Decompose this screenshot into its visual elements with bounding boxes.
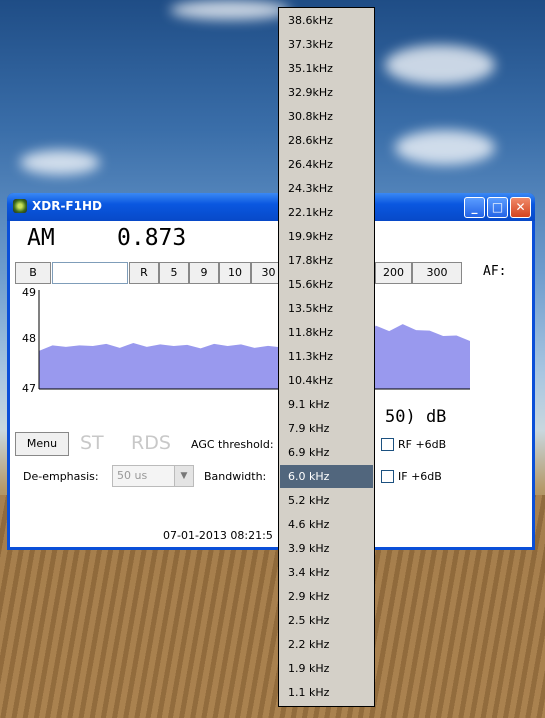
frequency-input[interactable] [52, 262, 128, 284]
minimize-button[interactable]: _ [464, 197, 485, 218]
title-bar[interactable]: XDR-F1HD _ □ ✕ [7, 193, 535, 221]
af-label: AF: [483, 264, 507, 279]
bandwidth-option[interactable]: 2.9 kHz [280, 585, 373, 608]
window-title: XDR-F1HD [32, 199, 102, 213]
bandwidth-option[interactable]: 3.9 kHz [280, 537, 373, 560]
window-client: AM 0.873 B R 5 9 10 30 200 300 AF: 49 48… [10, 221, 532, 547]
bandwidth-option[interactable]: 28.6kHz [280, 129, 373, 152]
bandwidth-option[interactable]: 19.9kHz [280, 225, 373, 248]
signal-readout: 50) dB [385, 407, 447, 427]
rf-6db-label: RF +6dB [398, 438, 447, 451]
rds-indicator: RDS [131, 432, 171, 454]
close-button[interactable]: ✕ [510, 197, 531, 218]
if-6db-label: IF +6dB [398, 470, 442, 483]
deemphasis-value: 50 us [117, 469, 148, 482]
cloud [385, 45, 495, 85]
bandwidth-option[interactable]: 24.3kHz [280, 177, 373, 200]
bandwidth-option[interactable]: 38.6kHz [280, 9, 373, 32]
bandwidth-option[interactable]: 10.4kHz [280, 369, 373, 392]
bandwidth-option[interactable]: 4.6 kHz [280, 513, 373, 536]
bandwidth-option[interactable]: 9.1 kHz [280, 393, 373, 416]
if-6db-checkbox[interactable] [381, 470, 394, 483]
y-tick-label: 49 [22, 287, 36, 299]
cloud [395, 130, 495, 165]
bandwidth-option[interactable]: 1.1 kHz [280, 681, 373, 704]
mode-display: AM [27, 225, 55, 251]
bandwidth-label: Bandwidth: [204, 470, 267, 483]
signal-chart-svg: 49 48 47 [22, 286, 470, 395]
bandwidth-dropdown-list[interactable]: 38.6kHz 37.3kHz 35.1kHz 32.9kHz 30.8kHz 28.6k… [278, 7, 375, 707]
bandwidth-option[interactable]: 22.1kHz [280, 201, 373, 224]
menu-button[interactable]: Menu [15, 432, 69, 456]
y-tick-label: 47 [22, 382, 36, 395]
y-tick-label: 48 [22, 332, 36, 345]
app-window: XDR-F1HD _ □ ✕ AM 0.873 B R 5 9 10 30 20… [7, 193, 535, 550]
bandwidth-option[interactable]: 11.3kHz [280, 345, 373, 368]
bandwidth-option[interactable]: 17.8kHz [280, 249, 373, 272]
agc-threshold-label: AGC threshold: [191, 438, 274, 451]
maximize-button[interactable]: □ [487, 197, 508, 218]
bandwidth-option[interactable]: 35.1kHz [280, 57, 373, 80]
reset-button[interactable]: R [129, 262, 159, 284]
step-9-button[interactable]: 9 [189, 262, 219, 284]
status-timestamp: 07-01-2013 08:21:5 [163, 529, 273, 542]
step-10-button[interactable]: 10 [219, 262, 251, 284]
bandwidth-option[interactable]: 30.8kHz [280, 105, 373, 128]
app-icon [13, 199, 27, 213]
deemphasis-select[interactable]: 50 us ▼ [112, 465, 194, 487]
bandwidth-option[interactable]: 2.2 kHz [280, 633, 373, 656]
signal-chart: 49 48 47 [10, 286, 470, 409]
cloud [170, 0, 290, 20]
step-5-button[interactable]: 5 [159, 262, 189, 284]
bandwidth-option[interactable]: 32.9kHz [280, 81, 373, 104]
deemphasis-label: De-emphasis: [23, 470, 99, 483]
bandwidth-option[interactable]: 26.4kHz [280, 153, 373, 176]
signal-area [39, 324, 470, 389]
stereo-indicator: ST [80, 432, 104, 454]
band-button[interactable]: B [15, 262, 51, 284]
cloud [20, 150, 100, 175]
bandwidth-option[interactable]: 15.6kHz [280, 273, 373, 296]
bandwidth-option[interactable]: 13.5kHz [280, 297, 373, 320]
bandwidth-option[interactable]: 3.4 kHz [280, 561, 373, 584]
bandwidth-option[interactable]: 37.3kHz [280, 33, 373, 56]
frequency-display: 0.873 [117, 225, 187, 251]
step-200-button[interactable]: 200 [375, 262, 412, 284]
rf-6db-checkbox[interactable] [381, 438, 394, 451]
bandwidth-option[interactable]: 6.9 kHz [280, 441, 373, 464]
chevron-down-icon: ▼ [174, 466, 193, 486]
bandwidth-option[interactable]: 7.9 kHz [280, 417, 373, 440]
step-300-button[interactable]: 300 [412, 262, 462, 284]
bandwidth-option[interactable]: 11.8kHz [280, 321, 373, 344]
bandwidth-option[interactable]: 6.0 kHz [280, 465, 373, 488]
bandwidth-option[interactable]: 1.9 kHz [280, 657, 373, 680]
bandwidth-option[interactable]: 5.2 kHz [280, 489, 373, 512]
bandwidth-option[interactable]: 2.5 kHz [280, 609, 373, 632]
